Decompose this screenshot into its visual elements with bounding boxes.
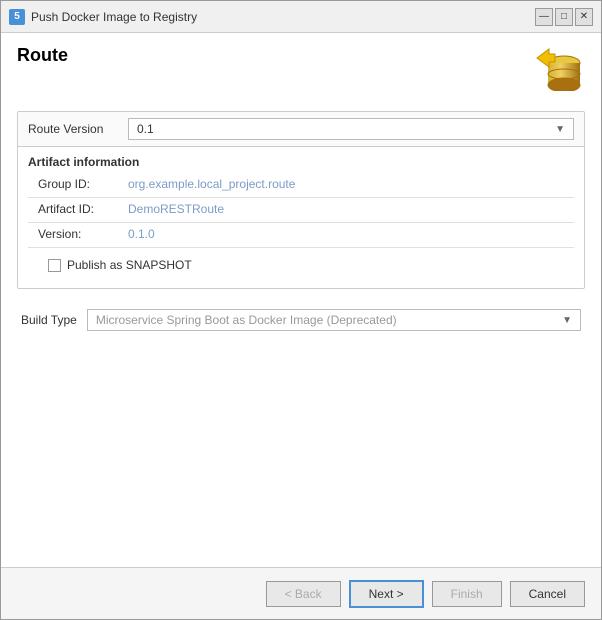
route-version-row: Route Version 0.1 ▼ [18, 112, 584, 147]
app-icon: 5 [9, 9, 25, 25]
page-header: Route [17, 45, 585, 97]
content-area: Route [1, 33, 601, 567]
group-id-value: org.example.local_project.route [128, 177, 295, 191]
titlebar-controls: — □ ✕ [535, 8, 593, 26]
window-title: Push Docker Image to Registry [31, 10, 197, 24]
main-window: 5 Push Docker Image to Registry — □ ✕ Ro… [0, 0, 602, 620]
arrow-icon [535, 47, 557, 72]
form-section: Route Version 0.1 ▼ Artifact information… [17, 111, 585, 289]
maximize-button[interactable]: □ [555, 8, 573, 26]
spacer [17, 339, 585, 555]
artifact-section: Artifact information Group ID: org.examp… [18, 147, 584, 288]
artifact-section-title: Artifact information [28, 155, 574, 169]
minimize-button[interactable]: — [535, 8, 553, 26]
page-title: Route [17, 45, 68, 66]
artifact-id-label: Artifact ID: [38, 202, 128, 216]
divider-3 [28, 247, 574, 248]
route-version-label: Route Version [28, 122, 128, 136]
group-id-row: Group ID: org.example.local_project.rout… [28, 177, 574, 191]
build-type-row: Build Type Microservice Spring Boot as D… [17, 301, 585, 339]
divider-1 [28, 197, 574, 198]
back-button[interactable]: < Back [266, 581, 341, 607]
next-button[interactable]: Next > [349, 580, 424, 608]
cancel-button[interactable]: Cancel [510, 581, 585, 607]
artifact-id-value: DemoRESTRoute [128, 202, 224, 216]
build-type-chevron-icon: ▼ [562, 315, 572, 326]
snapshot-row: Publish as SNAPSHOT [28, 252, 574, 278]
version-value: 0.1.0 [128, 227, 155, 241]
chevron-down-icon: ▼ [555, 124, 565, 135]
route-version-select[interactable]: 0.1 ▼ [128, 118, 574, 140]
titlebar-left: 5 Push Docker Image to Registry [9, 9, 197, 25]
version-row: Version: 0.1.0 [28, 227, 574, 241]
divider-2 [28, 222, 574, 223]
header-icon-container [533, 45, 585, 97]
snapshot-checkbox[interactable] [48, 259, 61, 272]
snapshot-label: Publish as SNAPSHOT [67, 258, 192, 272]
build-type-select[interactable]: Microservice Spring Boot as Docker Image… [87, 309, 581, 331]
version-label: Version: [38, 227, 128, 241]
build-type-value: Microservice Spring Boot as Docker Image… [96, 313, 397, 327]
finish-button[interactable]: Finish [432, 581, 502, 607]
button-bar: < Back Next > Finish Cancel [1, 567, 601, 619]
close-button[interactable]: ✕ [575, 8, 593, 26]
artifact-id-row: Artifact ID: DemoRESTRoute [28, 202, 574, 216]
titlebar: 5 Push Docker Image to Registry — □ ✕ [1, 1, 601, 33]
route-version-value: 0.1 [137, 122, 154, 136]
build-type-label: Build Type [21, 313, 77, 327]
group-id-label: Group ID: [38, 177, 128, 191]
